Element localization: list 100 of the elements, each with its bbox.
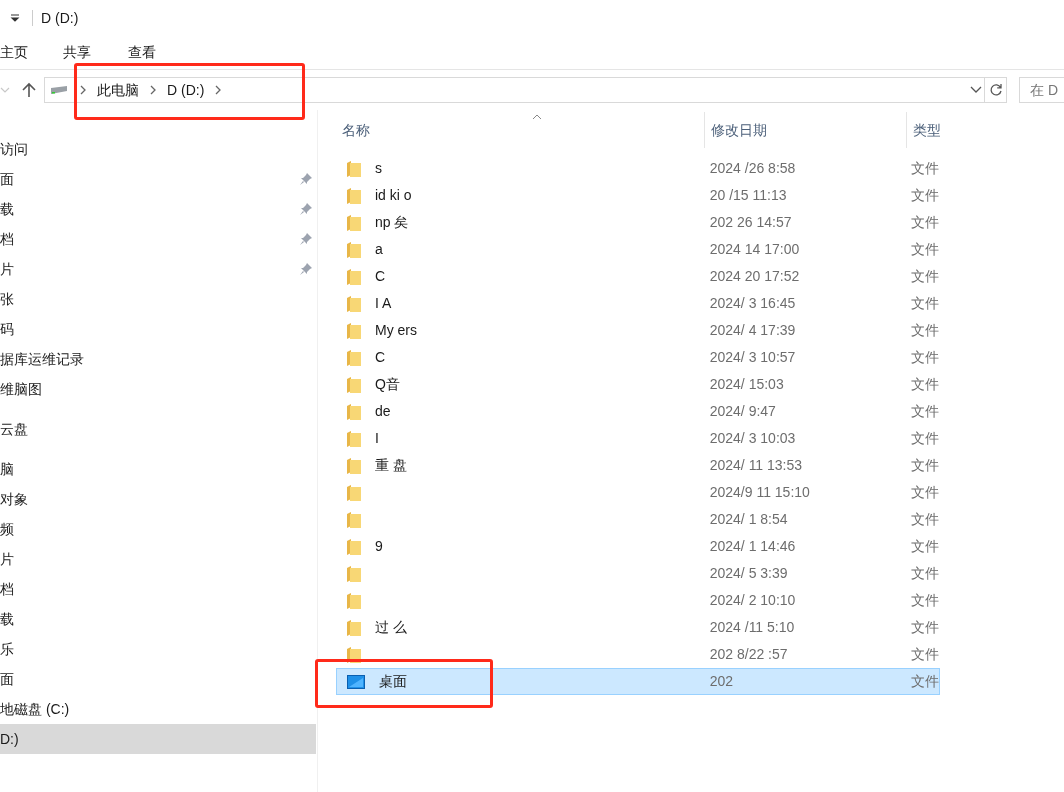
sidebar-item[interactable]: 脑: [0, 454, 316, 484]
file-row[interactable]: a 2024 14 17:00 文件: [336, 236, 940, 263]
dropdown-chevron-icon[interactable]: [970, 86, 982, 94]
file-row[interactable]: Q音 2024/ 15:03 文件: [336, 371, 940, 398]
folder-icon: [347, 646, 361, 663]
sidebar-item[interactable]: 片: [0, 544, 316, 574]
file-row[interactable]: id ki o 20 /15 11:13 文件: [336, 182, 940, 209]
sidebar-item[interactable]: 访问: [0, 134, 316, 164]
breadcrumb-link[interactable]: 此电脑: [97, 79, 139, 101]
date-cell-text: 2024/ 9:47: [708, 402, 777, 421]
ribbon-tab[interactable]: 共享: [63, 37, 128, 68]
ribbon-tab[interactable]: 查看: [128, 37, 193, 68]
sidebar-item[interactable]: 对象: [0, 484, 316, 514]
file-name: C: [375, 348, 386, 367]
sidebar-item[interactable]: 张: [0, 284, 316, 314]
file-row[interactable]: My ers 2024/ 4 17:39 文件: [336, 317, 940, 344]
type-cell-text: 文件: [910, 240, 939, 259]
type-cell-text: 文件: [910, 591, 939, 610]
file-name: id ki o: [375, 186, 412, 205]
date-cell-text: 2024/ 11 13:53: [708, 456, 804, 475]
file-row[interactable]: I A 2024/ 3 16:45 文件: [336, 290, 940, 317]
file-row[interactable]: 桌面 202 文件: [336, 668, 940, 695]
refresh-button[interactable]: [985, 77, 1007, 103]
date-cell-text: 2024/ 1 8:54: [708, 510, 789, 529]
file-row[interactable]: 2024/ 5 3:39 文件: [336, 560, 940, 587]
file-row[interactable]: 2024/ 2 10:10 文件: [336, 587, 940, 614]
sidebar-item[interactable]: 频: [0, 514, 316, 544]
file-row[interactable]: C 2024/ 3 10:57 文件: [336, 344, 940, 371]
file-row[interactable]: 9 2024/ 1 14:46 文件: [336, 533, 940, 560]
sidebar-item[interactable]: D:): [0, 724, 316, 754]
sidebar-item[interactable]: 码: [0, 314, 316, 344]
type-cell-text: 文件: [910, 402, 939, 421]
up-arrow-icon[interactable]: [22, 82, 36, 98]
chevron-icon: [214, 85, 223, 95]
date-cell-text: 2024/ 3 10:57: [708, 348, 797, 367]
folder-icon: [347, 511, 361, 528]
sidebar-item[interactable]: 档: [0, 574, 316, 604]
date-cell-text: 202 26 14:57: [708, 213, 793, 232]
folder-icon: [347, 241, 361, 258]
file-row[interactable]: s 2024 /26 8:58 文件: [336, 155, 940, 182]
search-field[interactable]: 在 D: [1019, 77, 1064, 103]
breadcrumb-link[interactable]: D (D:): [167, 79, 205, 101]
column-header[interactable]: 类型: [906, 112, 940, 148]
sidebar-item[interactable]: 片: [0, 254, 316, 284]
sidebar-item[interactable]: 档: [0, 224, 316, 254]
file-row[interactable]: I 2024/ 3 10:03 文件: [336, 425, 940, 452]
date-cell-text: 202 8/22 :57: [708, 645, 789, 664]
type-cell-text: 文件: [910, 483, 939, 502]
file-row[interactable]: C 2024 20 17:52 文件: [336, 263, 940, 290]
pin-icon: [300, 263, 312, 275]
chevron-icon: [149, 85, 157, 95]
sidebar-item[interactable]: 地磁盘 (C:): [0, 694, 316, 724]
sidebar-item[interactable]: 面: [0, 164, 316, 194]
date-cell-text: 2024/ 3 10:03: [708, 429, 797, 448]
folder-icon: [347, 430, 361, 447]
column-header[interactable]: 名称: [336, 112, 704, 148]
file-row[interactable]: 202 8/22 :57 文件: [336, 641, 940, 668]
file-name: I: [375, 429, 379, 448]
type-cell-text: 文件: [910, 267, 939, 286]
file-name: de: [375, 402, 391, 421]
file-row[interactable]: 重 盘 2024/ 11 13:53 文件: [336, 452, 940, 479]
date-cell-text: 2024 14 17:00: [708, 240, 801, 259]
file-name: a: [375, 240, 383, 259]
type-cell-text: 文件: [910, 348, 939, 367]
sidebar-item[interactable]: 乐: [0, 634, 316, 664]
file-row[interactable]: np 矣 202 26 14:57 文件: [336, 209, 940, 236]
folder-icon: [347, 295, 361, 312]
dropdown-icon[interactable]: [10, 14, 20, 22]
sidebar-item[interactable]: 云盘: [0, 414, 316, 444]
type-cell-text: 文件: [910, 321, 939, 340]
date-cell-text: 2024/ 2 10:10: [708, 591, 797, 610]
sidebar-item[interactable]: 载: [0, 194, 316, 224]
date-cell-text: 2024/ 1 14:46: [708, 537, 797, 556]
folder-icon: [347, 376, 361, 393]
file-row[interactable]: de 2024/ 9:47 文件: [336, 398, 940, 425]
folder-icon: [347, 592, 361, 609]
file-row[interactable]: 2024/9 11 15:10 文件: [336, 479, 940, 506]
address-field[interactable]: 此电脑 D (D:): [44, 77, 985, 103]
type-cell-text: 文件: [910, 429, 939, 448]
sidebar-item[interactable]: 面: [0, 664, 316, 694]
file-name: np 矣: [375, 213, 409, 232]
sidebar-item[interactable]: 维脑图: [0, 374, 316, 404]
folder-icon: [347, 187, 361, 204]
type-cell-text: 文件: [910, 375, 939, 394]
date-cell-text: 2024/9 11 15:10: [708, 483, 811, 502]
file-name: 9: [375, 537, 383, 556]
file-name: I A: [375, 294, 392, 313]
date-cell-text: 202: [708, 672, 735, 691]
sidebar-item[interactable]: 载: [0, 604, 316, 634]
sidebar-item[interactable]: 据库运维记录: [0, 344, 316, 374]
column-header[interactable]: 修改日期: [704, 112, 906, 148]
file-row[interactable]: 过 么 2024 /11 5:10 文件: [336, 614, 940, 641]
folder-icon: [347, 403, 361, 420]
chevron-icon: [79, 85, 87, 95]
monitor-icon: [347, 674, 365, 689]
date-cell-text: 20 /15 11:13: [708, 186, 788, 205]
sort-caret-icon: [532, 114, 542, 120]
folder-icon: [347, 484, 361, 501]
ribbon-tab[interactable]: 主页: [0, 37, 63, 68]
file-row[interactable]: 2024/ 1 8:54 文件: [336, 506, 940, 533]
